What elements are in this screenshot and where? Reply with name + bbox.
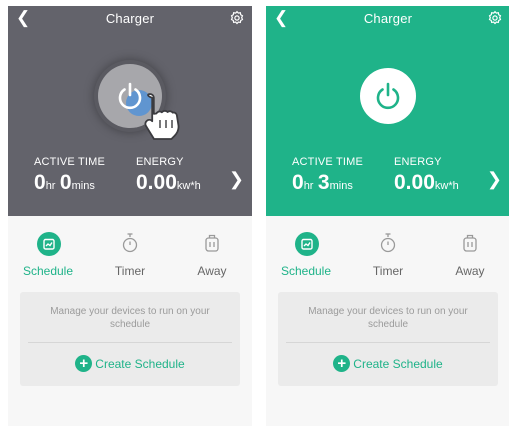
hours-unit: hr: [45, 180, 56, 192]
energy-unit: kw*h: [434, 180, 459, 192]
create-schedule-button[interactable]: + Create Schedule: [278, 355, 498, 373]
energy-unit: kw*h: [176, 180, 201, 192]
schedule-card: Manage your devices to run on your sched…: [278, 292, 498, 386]
active-hours: 0: [34, 171, 46, 194]
status-panel: ❮ Charger ACTIVE TIME ENERGY 0hr 0mins 0…: [8, 6, 252, 216]
tab-timer[interactable]: Timer: [95, 228, 165, 278]
energy-value: 0.00kw*h: [136, 171, 201, 195]
suitcase-icon: [201, 232, 223, 256]
chevron-right-icon[interactable]: ❯: [229, 169, 244, 190]
hand-pointer-icon: [144, 93, 180, 140]
power-icon: [376, 82, 400, 110]
top-bar: ❮ Charger: [266, 6, 509, 32]
calendar-icon: [295, 232, 319, 256]
charger-screen-off: ❮ Charger ACTIVE TIME ENERGY 0hr 0mins 0…: [8, 6, 252, 426]
tab-schedule[interactable]: Schedule: [271, 228, 341, 278]
plus-icon: +: [75, 355, 93, 373]
active-time-label: ACTIVE TIME: [34, 156, 106, 168]
create-schedule-label: Create Schedule: [95, 356, 185, 371]
divider: [28, 342, 232, 343]
tab-timer-label: Timer: [114, 264, 146, 278]
gear-icon[interactable]: [229, 10, 245, 26]
active-time-value: 0hr 0mins: [34, 171, 95, 195]
energy-number: 0.00: [136, 171, 177, 194]
create-schedule-button[interactable]: + Create Schedule: [20, 355, 240, 373]
divider: [286, 342, 490, 343]
energy-label: ENERGY: [394, 156, 442, 168]
chevron-right-icon[interactable]: ❯: [487, 169, 502, 190]
active-mins: 3: [317, 171, 330, 194]
mins-unit: mins: [71, 180, 95, 192]
top-bar: ❮ Charger: [8, 6, 252, 32]
plus-icon: +: [333, 355, 351, 373]
schedule-card: Manage your devices to run on your sched…: [20, 292, 240, 386]
mins-unit: mins: [329, 180, 353, 192]
schedule-empty-message: Manage your devices to run on your sched…: [308, 306, 468, 330]
status-panel: ❮ Charger ACTIVE TIME ENERGY 0hr 3mins 0…: [266, 6, 509, 216]
hours-unit: hr: [303, 180, 314, 192]
tab-away[interactable]: Away: [177, 228, 247, 278]
tab-schedule-label: Schedule: [280, 264, 332, 278]
tab-away-label: Away: [455, 264, 485, 278]
mode-tabs: Schedule Timer Away: [266, 228, 509, 288]
tab-timer-label: Timer: [372, 264, 404, 278]
suitcase-icon: [459, 232, 481, 256]
schedule-empty-message: Manage your devices to run on your sched…: [50, 306, 210, 330]
create-schedule-label: Create Schedule: [353, 356, 443, 371]
active-time-label: ACTIVE TIME: [292, 156, 364, 168]
gear-icon[interactable]: [487, 10, 503, 26]
tab-schedule[interactable]: Schedule: [13, 228, 83, 278]
stopwatch-icon: [119, 232, 141, 256]
tab-schedule-label: Schedule: [22, 264, 74, 278]
mode-tabs: Schedule Timer Away: [8, 228, 252, 288]
tab-away-label: Away: [197, 264, 227, 278]
stopwatch-icon: [377, 232, 399, 256]
energy-number: 0.00: [394, 171, 435, 194]
calendar-icon: [37, 232, 61, 256]
active-hours: 0: [292, 171, 304, 194]
energy-value: 0.00kw*h: [394, 171, 459, 195]
charger-screen-on: ❮ Charger ACTIVE TIME ENERGY 0hr 3mins 0…: [266, 6, 509, 426]
energy-label: ENERGY: [136, 156, 184, 168]
tab-away[interactable]: Away: [435, 228, 505, 278]
active-mins: 0: [59, 171, 72, 194]
active-time-value: 0hr 3mins: [292, 171, 353, 195]
page-title: Charger: [105, 11, 155, 26]
page-title: Charger: [363, 11, 413, 26]
tab-timer[interactable]: Timer: [353, 228, 423, 278]
